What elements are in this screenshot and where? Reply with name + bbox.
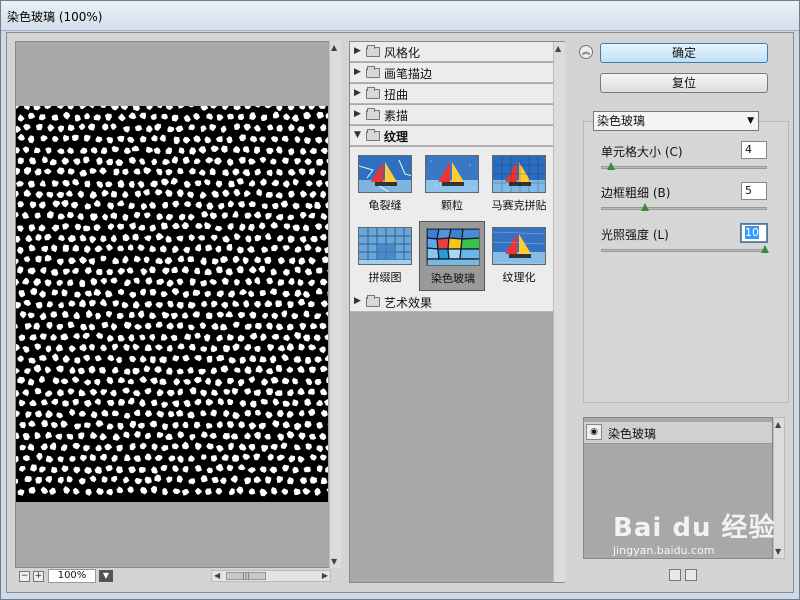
preview-controls: − + 100% ▼ ◀ ||| ▶ xyxy=(15,569,341,583)
patchwork-thumbnail xyxy=(358,227,412,265)
category-sketch[interactable]: ▶ 素描 xyxy=(350,105,553,125)
gallery-scrollbar[interactable]: ▲ xyxy=(553,42,565,582)
scroll-up-arrow-icon[interactable]: ▲ xyxy=(331,43,337,52)
collapse-triangle-icon: ▼ xyxy=(354,130,361,140)
scroll-down-arrow-icon[interactable]: ▼ xyxy=(331,557,337,566)
scroll-up-arrow-icon[interactable]: ▲ xyxy=(555,44,561,53)
preview-panel[interactable] xyxy=(15,41,335,568)
zoom-dropdown-icon[interactable]: ▼ xyxy=(99,570,113,582)
border-thickness-slider[interactable] xyxy=(601,203,767,211)
slider-thumb-icon[interactable] xyxy=(641,203,649,211)
filter-caption: 颗粒 xyxy=(441,199,463,212)
expand-triangle-icon: ▶ xyxy=(354,296,361,306)
filter-tile-patchwork[interactable]: 拼缀图 xyxy=(352,221,418,291)
folder-icon xyxy=(366,45,380,57)
filter-tile-texturizer[interactable]: 纹理化 xyxy=(486,221,552,291)
stained-glass-preview xyxy=(16,106,328,502)
scroll-right-arrow-icon[interactable]: ▶ xyxy=(322,571,328,580)
collapse-gallery-icon[interactable]: ︽ xyxy=(579,45,593,59)
zoom-in-button[interactable]: + xyxy=(33,571,44,582)
filter-select[interactable]: 染色玻璃 ▼ xyxy=(593,111,759,131)
grain-thumbnail xyxy=(425,155,479,193)
slider-thumb-icon[interactable] xyxy=(761,245,769,253)
filter-gallery: ▶ 风格化 ▶ 画笔描边 ▶ 扭曲 ▶ 素描 ▼ 纹理 龟裂缝 颗粒 马赛克拼贴… xyxy=(349,41,565,583)
folder-icon xyxy=(366,66,380,78)
preview-vertical-scrollbar[interactable]: ▲ ▼ xyxy=(329,41,341,568)
stained-glass-thumbnail xyxy=(426,228,480,266)
scroll-thumb[interactable]: ||| xyxy=(226,572,266,580)
new-effect-layer-icon[interactable] xyxy=(669,569,681,581)
mosaic-tiles-thumbnail xyxy=(492,155,546,193)
preview-horizontal-scrollbar[interactable]: ◀ ||| ▶ xyxy=(211,570,331,582)
zoom-level-field[interactable]: 100% xyxy=(48,569,96,583)
delete-effect-layer-icon[interactable] xyxy=(685,569,697,581)
chevron-down-icon: ▼ xyxy=(747,116,754,126)
texture-filter-thumbnails: 龟裂缝 颗粒 马赛克拼贴 拼缀图 染色玻璃 纹理化 xyxy=(350,147,553,293)
border-thickness-input[interactable]: 5 xyxy=(741,182,767,200)
category-artistic[interactable]: ▶ 艺术效果 xyxy=(350,292,553,312)
category-label: 画笔描边 xyxy=(384,67,433,81)
ok-button[interactable]: 确定 xyxy=(600,43,768,63)
category-label: 风格化 xyxy=(384,46,421,60)
folder-icon xyxy=(366,87,380,99)
light-intensity-slider[interactable] xyxy=(601,245,769,253)
scroll-up-arrow-icon[interactable]: ▲ xyxy=(775,420,781,429)
title-bar[interactable]: 染色玻璃 (100%) xyxy=(1,1,799,31)
effect-layer-name: 染色玻璃 xyxy=(608,427,657,441)
filter-gallery-window: 染色玻璃 (100%) ▲ ▼ − + 100% ▼ ◀ ||| ▶ ▶ 风格化… xyxy=(0,0,800,600)
filter-caption: 马赛克拼贴 xyxy=(491,199,547,212)
craquelure-thumbnail xyxy=(358,155,412,193)
filter-caption: 龟裂缝 xyxy=(368,199,402,212)
window-title: 染色玻璃 (100%) xyxy=(7,10,103,24)
watermark-sub: jingyan.baidu.com xyxy=(613,544,715,557)
expand-triangle-icon: ▶ xyxy=(354,88,361,98)
filter-caption: 染色玻璃 xyxy=(431,272,475,285)
category-texture[interactable]: ▼ 纹理 xyxy=(350,126,553,146)
reset-button[interactable]: 复位 xyxy=(600,73,768,93)
light-intensity-value: 10 xyxy=(745,226,759,239)
filter-select-value: 染色玻璃 xyxy=(597,114,646,128)
category-stylize[interactable]: ▶ 风格化 xyxy=(350,42,553,62)
light-intensity-label: 光照强度 (L) xyxy=(601,228,669,242)
zoom-out-button[interactable]: − xyxy=(19,571,30,582)
category-label: 扭曲 xyxy=(384,88,409,102)
scroll-down-arrow-icon[interactable]: ▼ xyxy=(775,547,781,556)
cell-size-slider[interactable] xyxy=(601,162,767,170)
expand-triangle-icon: ▶ xyxy=(354,67,361,77)
expand-triangle-icon: ▶ xyxy=(354,46,361,56)
filter-caption: 拼缀图 xyxy=(368,271,402,284)
filter-tile-stained-glass[interactable]: 染色玻璃 xyxy=(419,221,485,291)
texturizer-thumbnail xyxy=(492,227,546,265)
watermark: Bai du 经验 jingyan.baidu.com xyxy=(613,507,776,557)
light-intensity-input[interactable]: 10 xyxy=(740,223,768,243)
folder-icon xyxy=(366,295,380,307)
effect-layer-row[interactable]: ◉ 染色玻璃 xyxy=(584,422,772,444)
cell-size-label: 单元格大小 (C) xyxy=(601,145,683,159)
expand-triangle-icon: ▶ xyxy=(354,109,361,119)
filter-tile-grain[interactable]: 颗粒 xyxy=(419,149,485,219)
eye-icon[interactable]: ◉ xyxy=(586,424,602,440)
scroll-left-arrow-icon[interactable]: ◀ xyxy=(214,571,220,580)
folder-icon xyxy=(366,108,380,120)
category-label: 纹理 xyxy=(384,130,409,144)
category-distort[interactable]: ▶ 扭曲 xyxy=(350,84,553,104)
filter-tile-mosaic-tiles[interactable]: 马赛克拼贴 xyxy=(486,149,552,219)
filter-tile-craquelure[interactable]: 龟裂缝 xyxy=(352,149,418,219)
cell-size-input[interactable]: 4 xyxy=(741,141,767,159)
category-brush-strokes[interactable]: ▶ 画笔描边 xyxy=(350,63,553,83)
watermark-main: Bai du 经验 xyxy=(613,513,776,543)
filter-caption: 纹理化 xyxy=(502,271,536,284)
category-label: 艺术效果 xyxy=(384,296,433,310)
border-thickness-label: 边框粗细 (B) xyxy=(601,186,671,200)
open-folder-icon xyxy=(366,129,380,141)
category-label: 素描 xyxy=(384,109,409,123)
slider-thumb-icon[interactable] xyxy=(607,162,616,170)
